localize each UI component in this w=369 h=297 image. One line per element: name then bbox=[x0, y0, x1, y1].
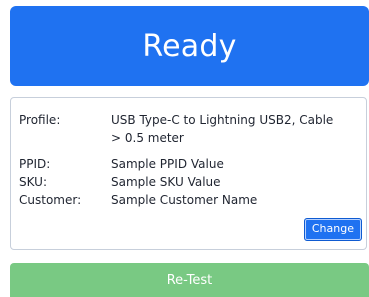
customer-value: Sample Customer Name bbox=[111, 193, 258, 207]
retest-button-label: Re-Test bbox=[166, 272, 213, 288]
sku-label: SKU: bbox=[19, 175, 47, 189]
ppid-label: PPID: bbox=[19, 157, 51, 171]
ppid-value: Sample PPID Value bbox=[111, 157, 224, 171]
sku-value: Sample SKU Value bbox=[111, 175, 221, 189]
customer-label: Customer: bbox=[19, 193, 82, 207]
profile-value-line-2: > 0.5 meter bbox=[111, 131, 184, 145]
status-banner: Ready bbox=[10, 6, 369, 86]
profile-value-line-1: USB Type-C to Lightning USB2, Cable bbox=[111, 113, 334, 127]
profile-label: Profile: bbox=[19, 113, 61, 127]
retest-button[interactable]: Re-Test bbox=[10, 263, 369, 297]
device-info-card: Profile: USB Type-C to Lightning USB2, C… bbox=[10, 97, 367, 250]
status-title: Ready bbox=[142, 28, 237, 64]
change-button[interactable]: Change bbox=[303, 218, 362, 241]
device-test-panel: Ready Profile: USB Type-C to Lightning U… bbox=[0, 0, 369, 297]
